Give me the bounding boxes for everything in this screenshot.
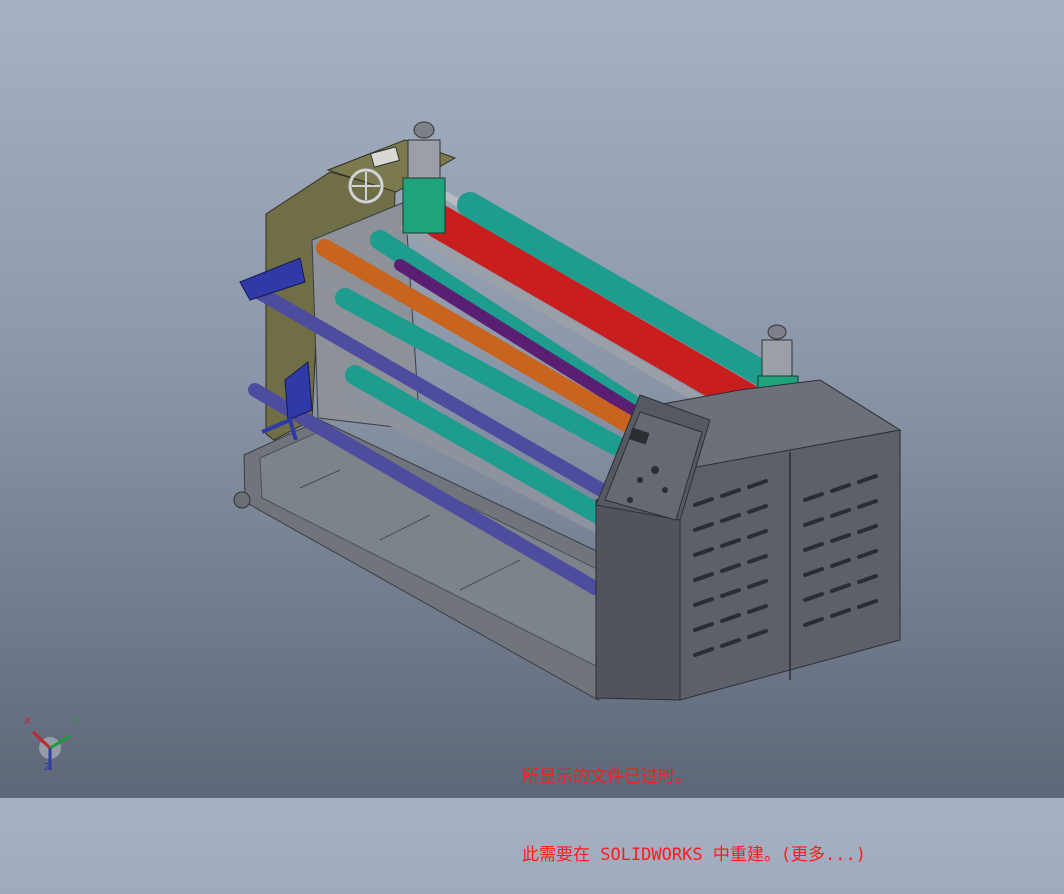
caster-wheel [233,491,251,509]
3d-viewport[interactable] [0,0,1064,798]
gear-motor-right [761,339,793,379]
axis-z-label: Z [44,762,51,773]
coordinate-triad: X Y Z [16,712,86,782]
axis-x-label: X [24,716,31,727]
control-knob[interactable] [651,466,659,474]
notice-line-2[interactable]: 此需要在 SOLIDWORKS 中重建。(更多...) [522,842,962,868]
axis-y-label: Y [73,716,80,727]
machine-model[interactable] [0,0,1064,798]
gear-motor-left [407,139,441,181]
notice-line-1: 所显示的文件已过时。 [522,767,692,787]
rebuild-notice[interactable]: 所显示的文件已过时。 此需要在 SOLIDWORKS 中重建。(更多...) [522,712,962,894]
